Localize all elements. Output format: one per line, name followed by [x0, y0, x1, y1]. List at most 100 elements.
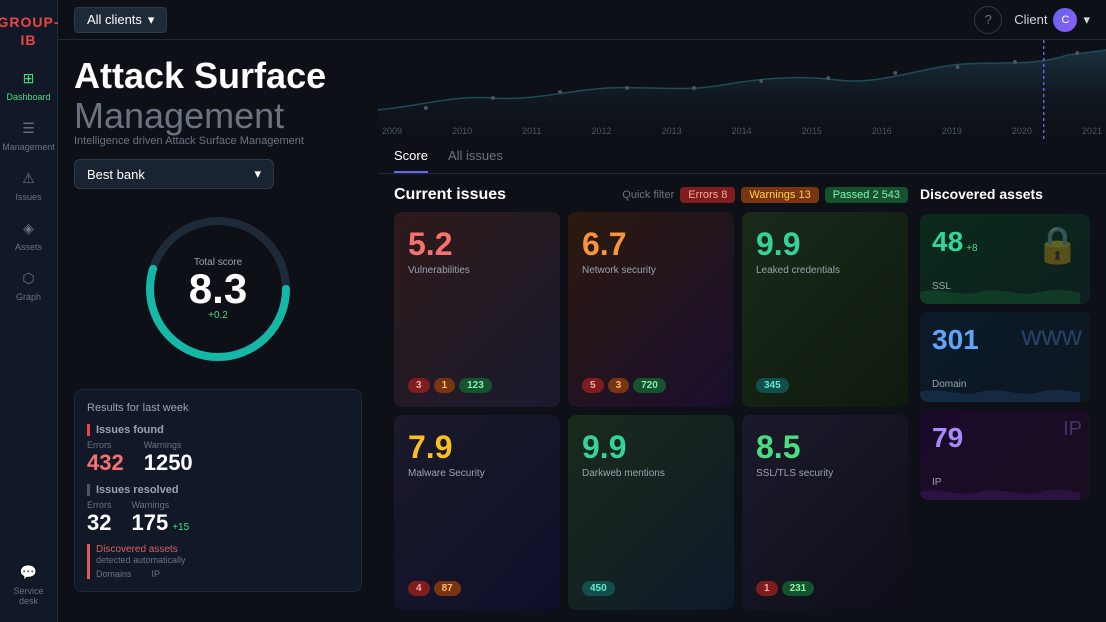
logo-area: GROUP-IB	[0, 8, 60, 60]
asset-number: 301	[932, 324, 979, 356]
sidebar-item-assets[interactable]: ◈ Assets	[0, 210, 57, 260]
sidebar: GROUP-IB ⊞ Dashboard ☰ Management ⚠ Issu…	[0, 0, 58, 622]
sidebar-item-issues[interactable]: ⚠ Issues	[0, 160, 57, 210]
card-top: 9.9 Darkweb mentions	[582, 429, 720, 479]
main-content: All clients ▾ ? Client C ▾ Attack Surfac…	[58, 0, 1106, 622]
card-network-security[interactable]: 6.7 Network security 5 3 720	[568, 212, 734, 407]
card-malware-security[interactable]: 7.9 Malware Security 4 87	[394, 415, 560, 610]
circle-text: Total score 8.3 +0.2	[189, 257, 247, 321]
page-title-bold: Attack Surface	[74, 55, 326, 96]
card-top: 6.7 Network security	[582, 226, 720, 276]
issues-resolved-row: Errors 32 Warnings 175 +15	[87, 500, 349, 536]
sidebar-item-label: Assets	[15, 242, 42, 252]
issues-title: Current issues	[394, 186, 506, 204]
client-selector[interactable]: All clients ▾	[74, 7, 167, 33]
resolved-warnings-delta: +15	[172, 522, 189, 533]
chevron-down-icon: ▾	[254, 166, 261, 182]
card-score: 9.9	[582, 429, 720, 466]
results-box: Results for last week Issues found Error…	[74, 389, 362, 592]
issues-grid: Current issues Quick filter Errors 8 War…	[394, 186, 908, 610]
score-section: Total score 8.3 +0.2	[74, 201, 362, 377]
bank-selector-label: Best bank	[87, 167, 145, 182]
issues-found-row: Errors 432 Warnings 1250	[87, 440, 349, 476]
filter-passed[interactable]: Passed 2 543	[825, 187, 908, 203]
management-icon: ☰	[19, 118, 39, 138]
asset-card-ssl[interactable]: 48 +8 🔒 SSL	[920, 214, 1090, 304]
card-label: SSL/TLS security	[756, 468, 894, 479]
help-button[interactable]: ?	[974, 6, 1002, 34]
badge: 720	[633, 378, 666, 393]
badge: 5	[582, 378, 604, 393]
bank-selector[interactable]: Best bank ▾	[74, 159, 274, 189]
page: Attack Surface Management Intelligence d…	[58, 40, 1106, 622]
sidebar-item-label: Service desk	[4, 586, 53, 606]
results-title: Results for last week	[87, 402, 349, 414]
page-subtitle: Intelligence driven Attack Surface Manag…	[74, 135, 362, 147]
badge: 231	[782, 581, 815, 596]
sidebar-item-graph[interactable]: ⬡ Graph	[0, 260, 57, 310]
da-title: Discovered assets	[96, 544, 349, 555]
tab-score[interactable]: Score	[394, 140, 428, 173]
errors-label: Errors	[87, 440, 124, 450]
card-darkweb-mentions[interactable]: 9.9 Darkweb mentions 450	[568, 415, 734, 610]
topbar-right: ? Client C ▾	[974, 6, 1090, 34]
card-leaked-credentials[interactable]: 9.9 Leaked credentials 345	[742, 212, 908, 407]
sidebar-item-service-desk[interactable]: 💬 Service desk	[0, 554, 57, 614]
discovered-assets-bottom: Discovered assets detected automatically…	[87, 544, 349, 579]
badge: 87	[434, 581, 461, 596]
client-selector-label: All clients	[87, 12, 142, 27]
client-info: Client C ▾	[1014, 8, 1090, 32]
asset-card-ip[interactable]: 79 IP IP	[920, 410, 1090, 500]
card-label: Malware Security	[408, 468, 546, 479]
card-ssl-tls-security[interactable]: 8.5 SSL/TLS security 1 231	[742, 415, 908, 610]
timeline-years: 2009 2010 2011 2012 2013 2014 2015 2016 …	[378, 126, 1106, 136]
discovered-assets-title: Discovered assets	[920, 186, 1090, 202]
timeline-chart	[378, 40, 1106, 140]
discovered-assets-panel: Discovered assets 48 +8 🔒	[920, 186, 1090, 610]
issues-icon: ⚠	[19, 168, 39, 188]
quick-filter: Quick filter Errors 8 Warnings 13 Passed…	[622, 187, 908, 203]
card-label: Leaked credentials	[756, 265, 894, 276]
badge: 1	[756, 581, 778, 596]
chart-header: 2009 2010 2011 2012 2013 2014 2015 2016 …	[378, 40, 1106, 140]
page-title: Attack Surface Management	[74, 56, 362, 135]
sidebar-item-dashboard[interactable]: ⊞ Dashboard	[0, 60, 57, 110]
warnings-col: Warnings 1250	[144, 440, 193, 476]
tab-all-issues[interactable]: All issues	[448, 140, 503, 173]
resolved-warnings-label: Warnings	[132, 500, 190, 510]
card-score: 7.9	[408, 429, 546, 466]
da-row: Domains IP	[96, 569, 349, 579]
resolved-errors-col: Errors 32	[87, 500, 112, 536]
client-label: Client	[1014, 12, 1047, 27]
card-score: 5.2	[408, 226, 546, 263]
dashboard-icon: ⊞	[19, 68, 39, 88]
score-value: 8.3	[189, 268, 247, 310]
card-label: Darkweb mentions	[582, 468, 720, 479]
warnings-label: Warnings	[144, 440, 193, 450]
ip-icon: IP	[1063, 418, 1082, 441]
filter-errors[interactable]: Errors 8	[680, 187, 735, 203]
card-badges: 3 1 123	[408, 378, 546, 393]
da-subtitle: detected automatically	[96, 555, 349, 565]
card-vulnerabilities[interactable]: 5.2 Vulnerabilities 3 1 123	[394, 212, 560, 407]
asset-number: 79	[932, 422, 963, 454]
sidebar-item-management[interactable]: ☰ Management	[0, 110, 57, 160]
right-panel: 2009 2010 2011 2012 2013 2014 2015 2016 …	[378, 40, 1106, 622]
chevron-down-icon: ▾	[148, 12, 155, 28]
asset-card-domain[interactable]: 301 www Domain	[920, 312, 1090, 402]
card-score: 6.7	[582, 226, 720, 263]
sidebar-item-label: Dashboard	[6, 92, 50, 102]
card-badges: 4 87	[408, 581, 546, 596]
resolved-errors-label: Errors	[87, 500, 112, 510]
help-icon: ?	[985, 12, 992, 27]
logo: GROUP-IB	[0, 14, 60, 48]
filter-warnings[interactable]: Warnings 13	[741, 187, 818, 203]
tabs-bar: Score All issues	[378, 140, 1106, 174]
warnings-value: 1250	[144, 450, 193, 476]
page-title-area: Attack Surface Management Intelligence d…	[74, 56, 362, 147]
card-badges: 1 231	[756, 581, 894, 596]
asset-delta: +8	[966, 243, 977, 254]
badge: 3	[408, 378, 430, 393]
graph-icon: ⬡	[19, 268, 39, 288]
card-top: 8.5 SSL/TLS security	[756, 429, 894, 479]
